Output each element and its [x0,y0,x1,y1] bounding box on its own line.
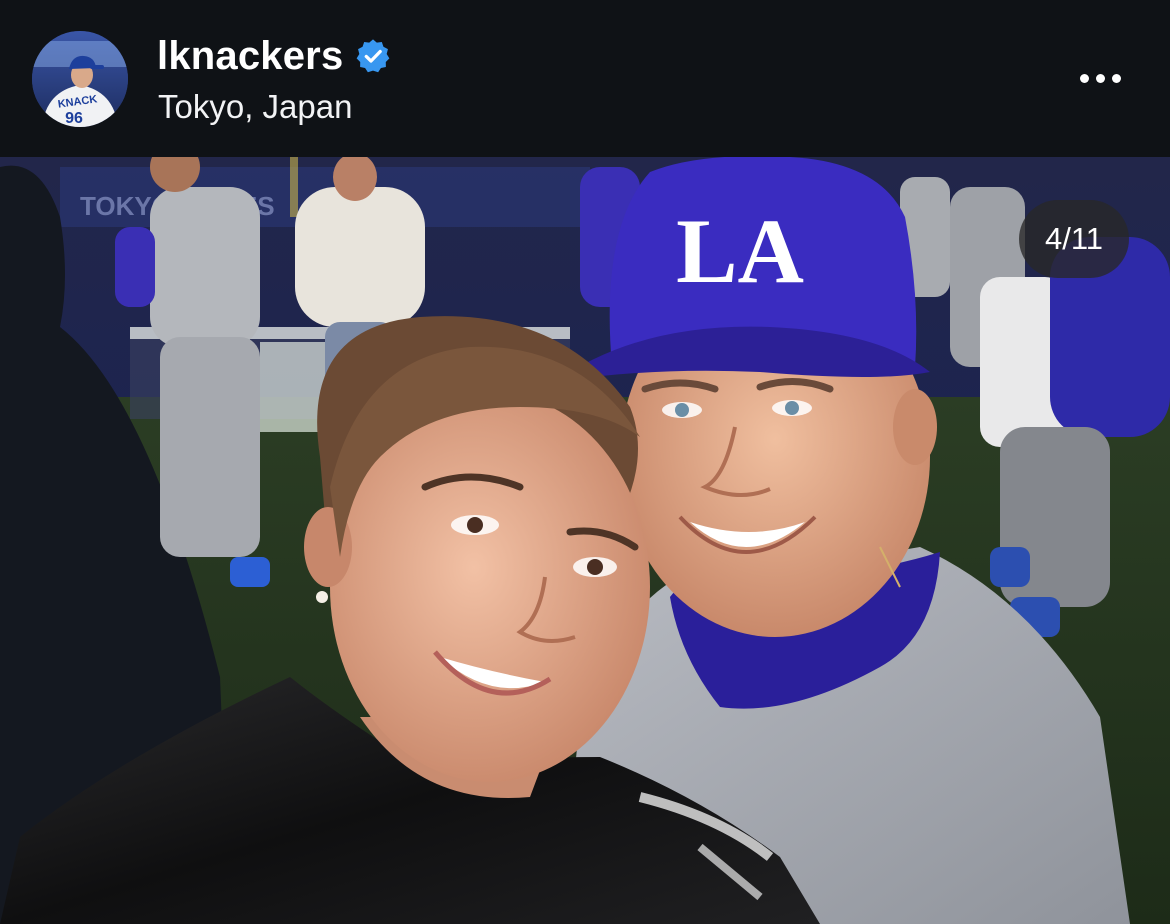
post-container: KNACK 96 lknackers Tokyo, Japan TOKYO LA… [0,0,1170,924]
post-photo[interactable]: TOKYO SERIES [0,157,1170,924]
photo-image: TOKYO SERIES [0,157,1170,924]
profile-avatar[interactable]: KNACK 96 [32,31,128,127]
post-location[interactable]: Tokyo, Japan [158,87,352,127]
media-counter-badge: 4/11 [1019,200,1129,278]
cap-logo-text: LA [676,200,804,302]
more-options-button[interactable] [1070,58,1130,98]
svg-text:96: 96 [65,110,83,127]
avatar-image: KNACK 96 [32,31,128,127]
username[interactable]: lknackers [157,33,343,79]
post-header: KNACK 96 lknackers Tokyo, Japan [0,0,1170,157]
verified-badge-icon [357,39,390,73]
username-row[interactable]: lknackers [157,33,391,79]
ellipsis-horizontal-icon [1079,73,1089,83]
